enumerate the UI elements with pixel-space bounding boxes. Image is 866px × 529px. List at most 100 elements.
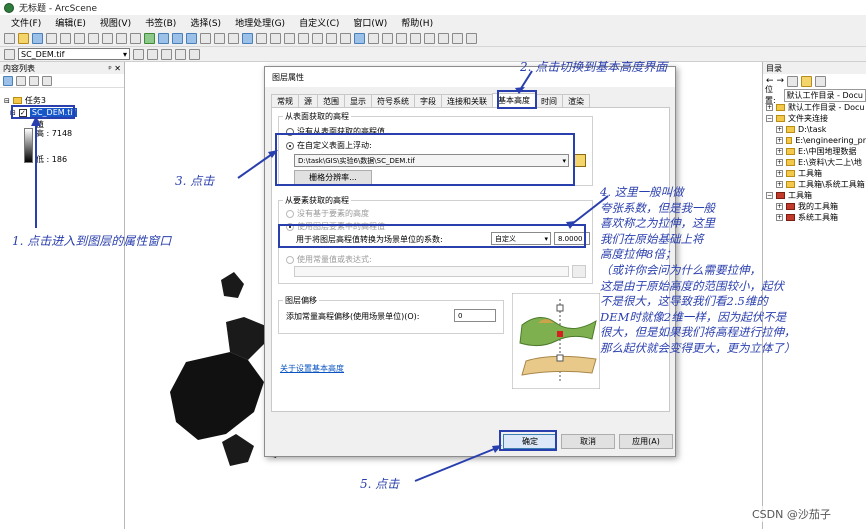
python-icon[interactable] [214, 32, 225, 44]
transparency-icon[interactable] [133, 48, 144, 60]
expand-icon[interactable]: + [776, 170, 783, 177]
offset-input[interactable]: 0 [454, 309, 496, 322]
home-icon[interactable] [787, 75, 799, 87]
menu-view[interactable]: 视图(V) [93, 16, 138, 29]
list-by-visibility-icon[interactable] [29, 75, 39, 86]
catalog-item[interactable]: + D:\task [766, 124, 866, 135]
model-builder-icon[interactable] [228, 32, 239, 44]
catalog-item[interactable]: + 工具箱 [766, 168, 866, 179]
menu-selection[interactable]: 选择(S) [183, 16, 228, 29]
menu-bookmarks[interactable]: 书签(B) [138, 16, 183, 29]
connect-folder-icon[interactable] [801, 75, 813, 87]
layer-select-value: SC_DEM.tif [21, 49, 65, 59]
expression-field[interactable] [294, 266, 569, 277]
animation-icon[interactable] [452, 32, 463, 44]
identify-icon[interactable] [410, 32, 421, 44]
annotation-step-3: 3. 点击 [175, 174, 215, 188]
expression-calculator-icon[interactable] [572, 265, 586, 278]
shading-icon[interactable] [161, 48, 172, 60]
menu-geoprocessing[interactable]: 地理处理(G) [228, 16, 292, 29]
legend-low: 低 : 186 [36, 155, 68, 164]
select-features-icon[interactable] [368, 32, 379, 44]
apply-button[interactable]: 应用(A) [619, 434, 673, 449]
face-culling-icon[interactable] [189, 48, 200, 60]
tab-display[interactable]: 显示 [344, 94, 372, 107]
view-icon[interactable] [815, 75, 827, 87]
print-icon[interactable] [46, 32, 57, 44]
new-icon[interactable] [4, 32, 15, 44]
menu-file[interactable]: 文件(F) [4, 16, 48, 29]
list-by-drawing-order-icon[interactable] [3, 75, 13, 86]
zoom-in-icon[interactable] [312, 32, 323, 44]
expand-icon[interactable]: + [776, 159, 783, 166]
tab-time[interactable]: 时间 [535, 94, 563, 107]
zoom-to-target-icon[interactable] [284, 32, 295, 44]
radio-off-icon[interactable] [286, 209, 294, 218]
radio-off-icon[interactable] [286, 255, 294, 264]
collapse-icon[interactable]: − [766, 115, 773, 122]
radio-expression[interactable]: 使用常量值或表达式: [286, 254, 372, 265]
expand-icon[interactable]: + [776, 137, 783, 144]
pan-icon[interactable] [340, 32, 351, 44]
clear-selection-icon[interactable] [382, 32, 393, 44]
depth-priority-icon[interactable] [175, 48, 186, 60]
about-base-heights-link[interactable]: 关于设置基本高度 [280, 363, 344, 374]
full-extent-icon[interactable] [354, 32, 365, 44]
catalog-item[interactable]: + E:\中国地理数据 [766, 146, 866, 157]
paste-icon[interactable] [88, 32, 99, 44]
measure-icon[interactable] [424, 32, 435, 44]
radio-no-feature-height[interactable]: 没有基于要素的高度 [286, 208, 369, 219]
tab-rendering[interactable]: 渲染 [562, 94, 590, 107]
scene-properties-icon[interactable] [158, 32, 169, 44]
collapse-icon[interactable]: ⊟ [4, 97, 10, 105]
list-by-selection-icon[interactable] [42, 75, 52, 86]
menu-customize[interactable]: 自定义(C) [292, 16, 346, 29]
target-center-icon[interactable] [270, 32, 281, 44]
redo-icon[interactable] [130, 32, 141, 44]
zoom-out-icon[interactable] [326, 32, 337, 44]
catalog-item[interactable]: + E:\资料\大二上\地 [766, 157, 866, 168]
save-icon[interactable] [32, 32, 43, 44]
toc-pin-close[interactable]: ᵖ ✕ [108, 64, 121, 73]
list-by-source-icon[interactable] [16, 75, 26, 86]
tab-general[interactable]: 常规 [271, 94, 299, 107]
set-observer-icon[interactable] [298, 32, 309, 44]
navigate-icon[interactable] [242, 32, 253, 44]
open-icon[interactable] [18, 32, 29, 44]
3d-effects-icon[interactable] [466, 32, 477, 44]
cancel-button[interactable]: 取消 [561, 434, 615, 449]
cut-icon[interactable] [60, 32, 71, 44]
catalog-item[interactable]: + 默认工作目录 - Docu [766, 102, 866, 113]
tab-extent[interactable]: 范围 [317, 94, 345, 107]
toc-header: 内容列表 ᵖ ✕ [0, 62, 124, 74]
arctoolbox-icon[interactable] [200, 32, 211, 44]
tab-symbology[interactable]: 符号系统 [371, 94, 415, 107]
catalog-item[interactable]: + E:\engineering_pr [766, 135, 866, 146]
layer-select[interactable]: SC_DEM.tif ▾ [18, 48, 130, 60]
copy-icon[interactable] [74, 32, 85, 44]
expand-icon[interactable]: + [776, 148, 783, 155]
toc-window-icon[interactable] [186, 32, 197, 44]
tab-fields[interactable]: 字段 [414, 94, 442, 107]
location-field[interactable]: 默认工作目录 - Docu [783, 88, 866, 102]
catalog-window-icon[interactable] [172, 32, 183, 44]
expand-icon[interactable]: + [776, 126, 783, 133]
tab-joins-relates[interactable]: 连接和关联 [441, 94, 493, 107]
fly-icon[interactable] [256, 32, 267, 44]
table-of-contents: 内容列表 ᵖ ✕ ⊟ 任务3 ⊟ ✓ SC_DEM.tif 值 高 : 7148… [0, 62, 125, 529]
delete-icon[interactable] [102, 32, 113, 44]
expand-icon[interactable]: + [766, 104, 773, 111]
catalog-header: 目录 [763, 62, 866, 74]
annotation-step-4: 4. 这里一般叫做 夸张系数，但是我一般 喜欢称之为拉伸，这里 我们在原始基础上… [600, 185, 796, 355]
catalog-item[interactable]: − 文件夹连接 [766, 113, 866, 124]
menu-help[interactable]: 帮助(H) [394, 16, 440, 29]
binoculars-icon[interactable] [438, 32, 449, 44]
add-data-icon[interactable] [144, 32, 155, 44]
select-elements-icon[interactable] [396, 32, 407, 44]
lighting-icon[interactable] [147, 48, 158, 60]
undo-icon[interactable] [116, 32, 127, 44]
menu-edit[interactable]: 编辑(E) [48, 16, 93, 29]
menu-windows[interactable]: 窗口(W) [346, 16, 394, 29]
tab-source[interactable]: 源 [298, 94, 318, 107]
offset-group-label: 图层偏移 [283, 295, 319, 306]
